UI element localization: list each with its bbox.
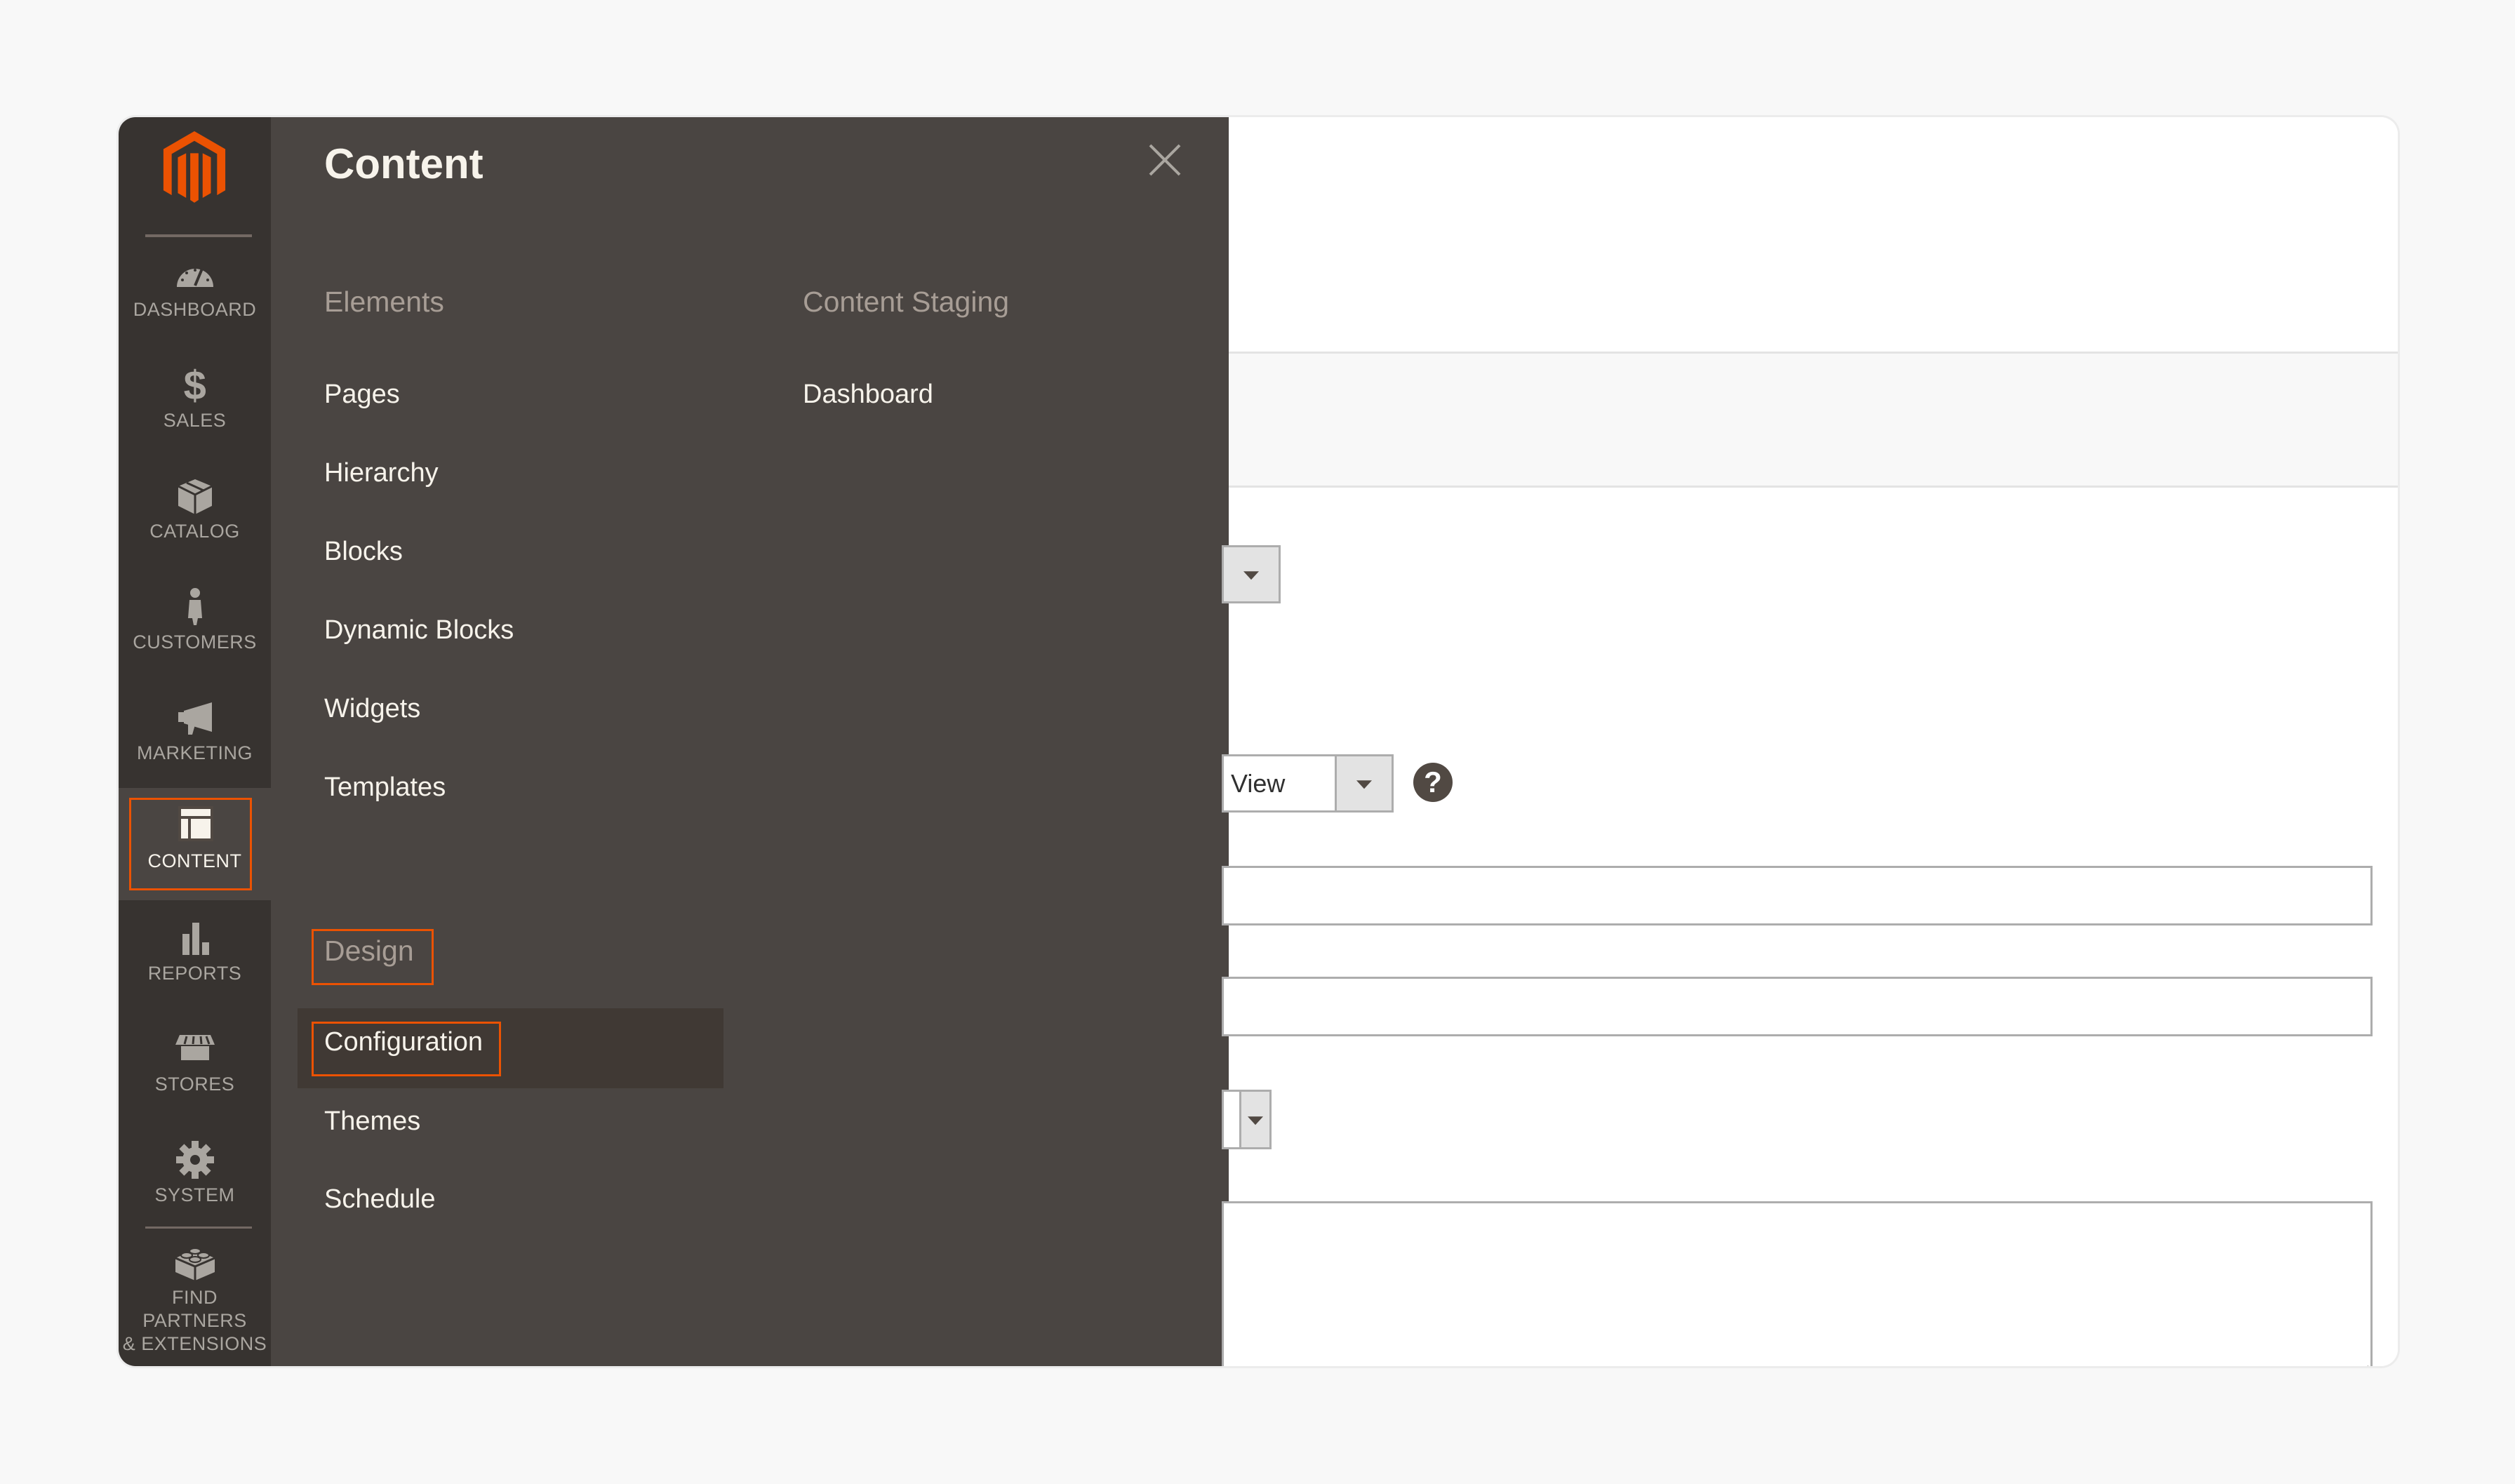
dollar-icon: $ <box>173 363 218 408</box>
dashboard-gauge-icon <box>173 255 218 294</box>
nav-divider <box>145 234 252 237</box>
nav-label: DASHBOARD <box>133 299 257 320</box>
menu-link-staging-dashboard[interactable]: Dashboard <box>803 380 933 410</box>
admin-sidebar: DASHBOARD $ SALES CATALOG CUSTOMERS MARK… <box>119 117 271 1366</box>
group-title-elements: Elements <box>324 286 444 318</box>
menu-link-templates[interactable]: Templates <box>324 773 446 803</box>
nav-label: CATALOG <box>149 521 240 542</box>
select-2-value: View <box>1231 769 1286 798</box>
gear-icon <box>173 1140 218 1179</box>
admin-window: DASHBOARD $ SALES CATALOG CUSTOMERS MARK… <box>119 117 2398 1366</box>
nav-item-dashboard[interactable]: DASHBOARD <box>119 255 271 321</box>
select-3-field[interactable] <box>1222 1090 1241 1149</box>
menu-link-configuration[interactable]: Configuration <box>324 1027 483 1057</box>
nav-divider <box>145 1226 252 1229</box>
nav-item-system[interactable]: SYSTEM <box>119 1140 271 1207</box>
chevron-down-icon <box>1248 1116 1263 1125</box>
nav-item-stores[interactable]: STORES <box>119 1029 271 1096</box>
menu-link-pages[interactable]: Pages <box>324 380 400 410</box>
chevron-down-icon <box>1356 780 1372 789</box>
person-icon <box>173 587 218 627</box>
lego-brick-icon <box>173 1243 218 1282</box>
layout-icon <box>173 806 218 845</box>
menu-link-themes[interactable]: Themes <box>324 1107 420 1137</box>
text-input-2[interactable] <box>1222 977 2373 1036</box>
nav-label: SYSTEM <box>154 1184 235 1205</box>
nav-label: MARKETING <box>136 742 253 763</box>
group-title-content-staging: Content Staging <box>803 286 1010 318</box>
close-icon[interactable] <box>1146 141 1184 179</box>
nav-label-line1: FIND PARTNERS <box>142 1287 247 1331</box>
chevron-down-icon <box>1243 570 1259 580</box>
resize-grip-icon[interactable] <box>2359 1363 2369 1366</box>
menu-link-widgets[interactable]: Widgets <box>324 694 420 724</box>
megaphone-icon <box>173 698 218 737</box>
content-flyout-menu: Content Elements Pages Hierarchy Blocks … <box>271 117 1229 1366</box>
nav-label: CONTENT <box>147 850 242 871</box>
nav-item-customers[interactable]: CUSTOMERS <box>119 587 271 654</box>
menu-link-dynamic-blocks[interactable]: Dynamic Blocks <box>324 615 514 646</box>
nav-item-content[interactable]: CONTENT <box>119 788 271 900</box>
nav-item-marketing[interactable]: MARKETING <box>119 698 271 765</box>
svg-text:$: $ <box>183 366 206 405</box>
nav-item-sales[interactable]: $ SALES <box>119 363 271 432</box>
menu-link-schedule[interactable]: Schedule <box>324 1184 435 1215</box>
nav-label-line2: & EXTENSIONS <box>122 1333 267 1354</box>
select-2-field[interactable]: View <box>1222 754 1337 813</box>
nav-label: SALES <box>163 410 227 431</box>
flyout-title: Content <box>324 140 483 187</box>
nav-item-reports[interactable]: REPORTS <box>119 918 271 985</box>
page-form-area: View ? <box>1222 117 2398 1366</box>
storefront-icon <box>173 1029 218 1069</box>
nav-label: CUSTOMERS <box>133 631 257 653</box>
nav-label: REPORTS <box>147 963 242 984</box>
magento-logo[interactable] <box>160 131 229 207</box>
select-1-toggle[interactable] <box>1222 545 1281 603</box>
nav-label: STORES <box>154 1074 235 1095</box>
nav-item-find-partners[interactable]: FIND PARTNERS & EXTENSIONS <box>119 1243 271 1356</box>
textarea-field[interactable] <box>1222 1201 2373 1366</box>
section-header-band <box>1229 352 2398 488</box>
bar-chart-icon <box>173 918 218 958</box>
nav-item-catalog[interactable]: CATALOG <box>119 476 271 543</box>
select-2-toggle[interactable] <box>1335 754 1394 813</box>
help-icon[interactable]: ? <box>1413 763 1453 802</box>
box-icon <box>173 476 218 516</box>
text-input-1[interactable] <box>1222 866 2373 925</box>
menu-link-hierarchy[interactable]: Hierarchy <box>324 458 439 488</box>
group-title-design: Design <box>324 935 414 967</box>
select-3-toggle[interactable] <box>1239 1090 1272 1149</box>
menu-link-blocks[interactable]: Blocks <box>324 537 403 567</box>
